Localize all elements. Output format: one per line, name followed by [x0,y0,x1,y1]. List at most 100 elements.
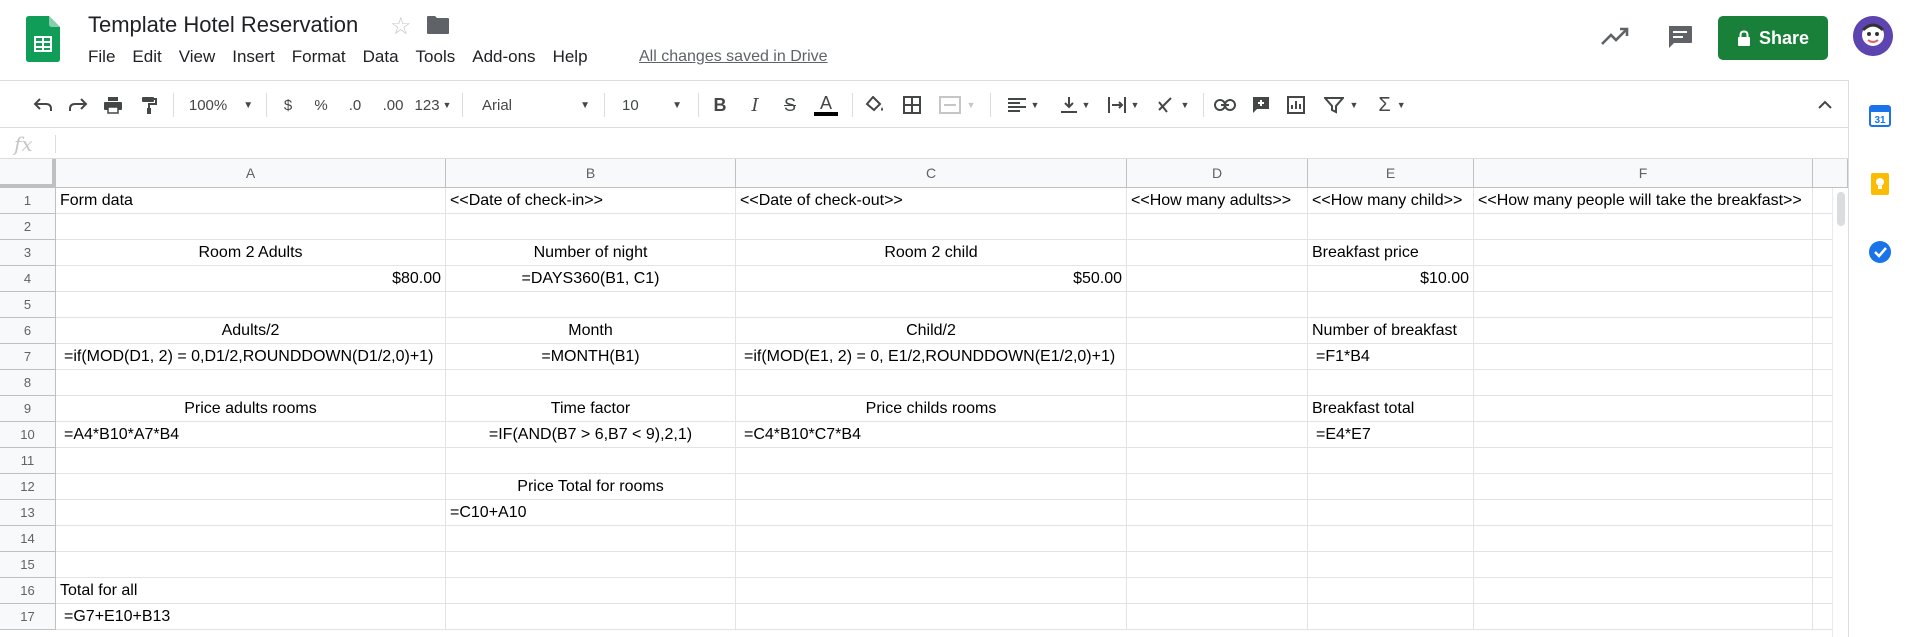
row-header-3[interactable]: 3 [0,240,56,266]
cell-f8[interactable] [1474,370,1813,396]
cell-b7[interactable]: =MONTH(B1) [446,344,736,370]
cell-a11[interactable] [56,448,446,474]
select-all-corner[interactable] [0,159,56,188]
cell-a16[interactable]: Total for all [56,578,446,604]
cell-f9[interactable] [1474,396,1813,422]
column-header-b[interactable]: B [446,159,736,188]
cell-d9[interactable] [1127,396,1308,422]
cell-d11[interactable] [1127,448,1308,474]
cell-b5[interactable] [446,292,736,318]
undo-icon[interactable] [30,93,56,117]
cell-f5[interactable] [1474,292,1813,318]
cell-a5[interactable] [56,292,446,318]
cell-c14[interactable] [736,526,1127,552]
avatar[interactable] [1853,16,1893,56]
cell-c7[interactable]: =if(MOD(E1, 2) = 0, E1/2,ROUNDDOWN(E1/2,… [736,344,1127,370]
cell-a12[interactable] [56,474,446,500]
column-header-f[interactable]: F [1474,159,1813,188]
cell-c17[interactable] [736,604,1127,630]
cell-c8[interactable] [736,370,1127,396]
cell-a15[interactable] [56,552,446,578]
borders-icon[interactable] [899,93,925,117]
cell-f4[interactable] [1474,266,1813,292]
cell-b11[interactable] [446,448,736,474]
row-header-2[interactable]: 2 [0,214,56,240]
cell-d5[interactable] [1127,292,1308,318]
row-header-13[interactable]: 13 [0,500,56,526]
column-header-d[interactable]: D [1127,159,1308,188]
insert-chart-icon[interactable] [1283,93,1309,117]
cell-b14[interactable] [446,526,736,552]
decrease-decimal-button[interactable]: .0 [341,93,369,117]
menu-edit[interactable]: Edit [132,47,170,67]
cell-d8[interactable] [1127,370,1308,396]
menu-file[interactable]: File [88,47,124,67]
cell-b10[interactable]: =IF(AND(B7 > 6,B7 < 9),2,1) [446,422,736,448]
cell-b4[interactable]: =DAYS360(B1, C1) [446,266,736,292]
calendar-icon[interactable]: 31 [1868,104,1892,128]
cell-d14[interactable] [1127,526,1308,552]
italic-button[interactable]: I [745,93,765,117]
cell-e3[interactable]: Breakfast price [1308,240,1474,266]
cell-f6[interactable] [1474,318,1813,344]
cell-c5[interactable] [736,292,1127,318]
cell-d13[interactable] [1127,500,1308,526]
cell-f15[interactable] [1474,552,1813,578]
cell-e5[interactable] [1308,292,1474,318]
activity-icon[interactable] [1600,24,1630,48]
cell-a8[interactable] [56,370,446,396]
save-status-link[interactable]: All changes saved in Drive [639,48,828,66]
cell-e17[interactable] [1308,604,1474,630]
cell-e6[interactable]: Number of breakfast [1308,318,1474,344]
print-icon[interactable] [100,93,126,117]
cell-d7[interactable] [1127,344,1308,370]
document-title[interactable]: Template Hotel Reservation [88,12,358,38]
cell-d1[interactable]: <<How many adults>> [1127,188,1308,214]
strikethrough-button[interactable]: S [780,93,800,117]
cell-f3[interactable] [1474,240,1813,266]
row-header-8[interactable]: 8 [0,370,56,396]
cell-f10[interactable] [1474,422,1813,448]
cell-f13[interactable] [1474,500,1813,526]
cell-b17[interactable] [446,604,736,630]
star-icon[interactable]: ☆ [390,12,412,41]
text-color-button[interactable]: A [813,93,839,117]
row-header-15[interactable]: 15 [0,552,56,578]
cell-c9[interactable]: Price childs rooms [736,396,1127,422]
cell-b1[interactable]: <<Date of check-in>> [446,188,736,214]
cell-b6[interactable]: Month [446,318,736,344]
cell-a1[interactable]: Form data [56,188,446,214]
increase-decimal-button[interactable]: .00 [377,93,409,117]
cell-a17[interactable]: =G7+E10+B13 [56,604,446,630]
row-header-14[interactable]: 14 [0,526,56,552]
row-header-12[interactable]: 12 [0,474,56,500]
cell-d15[interactable] [1127,552,1308,578]
row-header-6[interactable]: 6 [0,318,56,344]
font-family-select[interactable]: Arial ▼ [474,93,598,117]
cell-c6[interactable]: Child/2 [736,318,1127,344]
menu-insert[interactable]: Insert [232,47,284,67]
cell-b16[interactable] [446,578,736,604]
cell-e12[interactable] [1308,474,1474,500]
cell-b15[interactable] [446,552,736,578]
text-wrapping-icon[interactable]: ▼ [1102,93,1144,117]
cell-f11[interactable] [1474,448,1813,474]
cell-c10[interactable]: =C4*B10*C7*B4 [736,422,1127,448]
cell-c2[interactable] [736,214,1127,240]
cell-a3[interactable]: Room 2 Adults [56,240,446,266]
filter-icon[interactable]: ▼ [1318,93,1364,117]
vertical-scrollbar[interactable] [1832,188,1848,637]
cell-a2[interactable] [56,214,446,240]
cell-e8[interactable] [1308,370,1474,396]
font-size-select[interactable]: 10 ▼ [614,93,690,117]
cell-c15[interactable] [736,552,1127,578]
cell-f16[interactable] [1474,578,1813,604]
cell-c13[interactable] [736,500,1127,526]
more-formats-button[interactable]: 123 ▼ [412,93,454,117]
cell-b2[interactable] [446,214,736,240]
cell-c4[interactable]: $50.00 [736,266,1127,292]
functions-icon[interactable]: Σ ▼ [1372,93,1412,117]
cell-f12[interactable] [1474,474,1813,500]
cell-e15[interactable] [1308,552,1474,578]
cell-a4[interactable]: $80.00 [56,266,446,292]
